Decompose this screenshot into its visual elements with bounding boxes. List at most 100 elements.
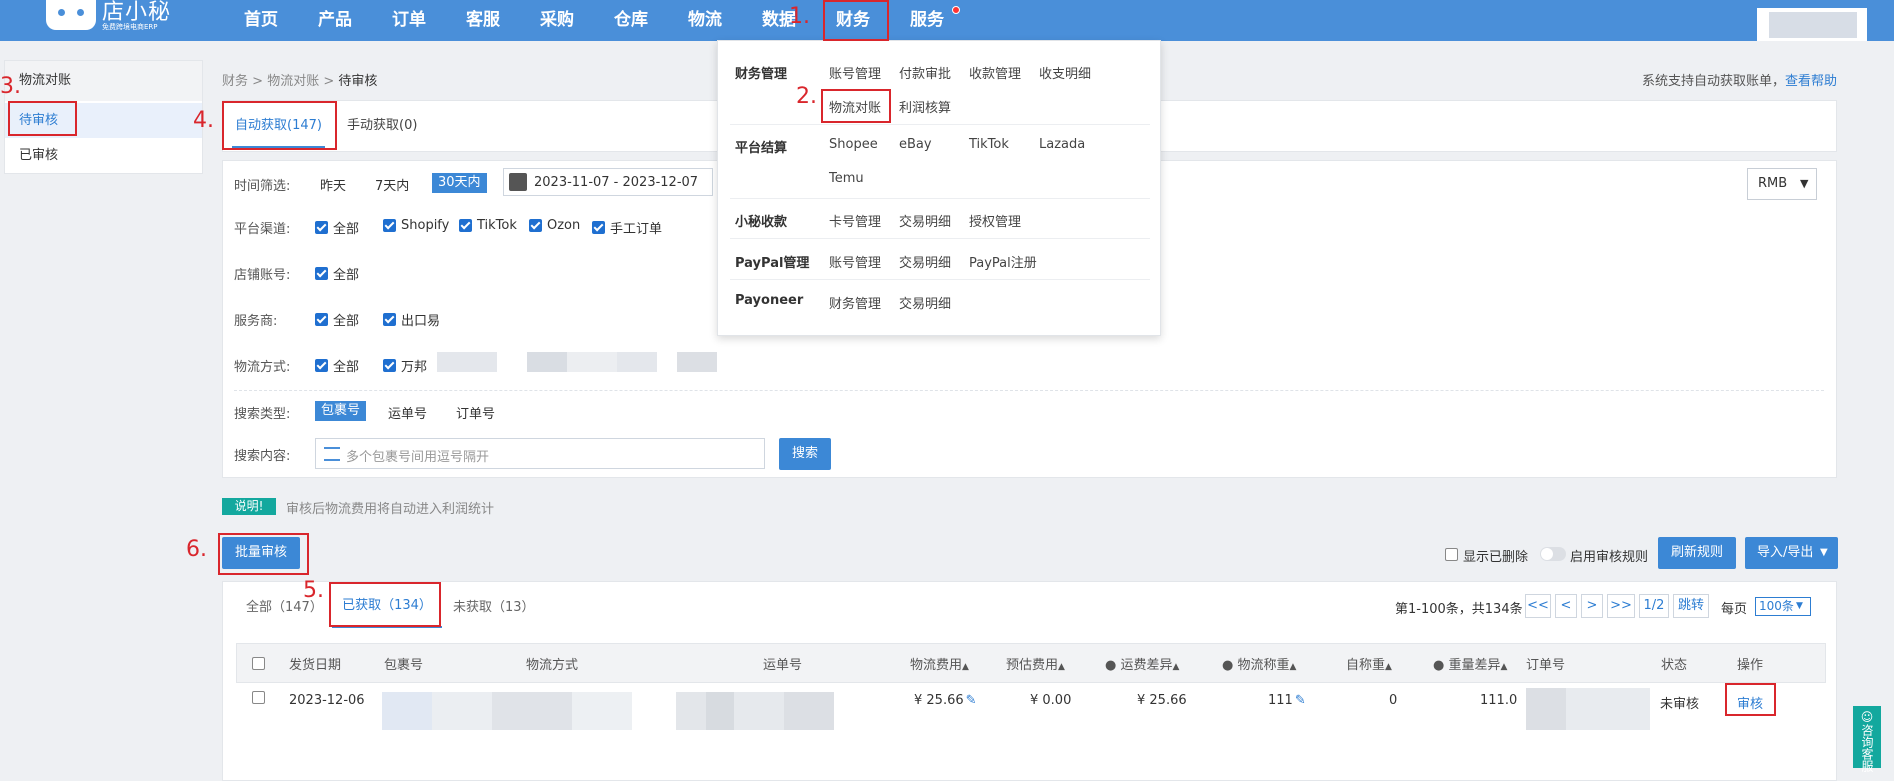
search-type-package[interactable]: 包裹号 [315, 401, 367, 421]
nav-orders[interactable]: 订单 [392, 0, 426, 41]
search-type-order[interactable]: 订单号 [456, 403, 495, 422]
time-option-yesterday[interactable]: 昨天 [320, 175, 346, 194]
menu-paypal-transactions[interactable]: 交易明细 [899, 252, 951, 271]
provider-all-label: 全部 [333, 314, 360, 329]
page-next-button[interactable]: > [1581, 594, 1603, 618]
platform-all-checkbox[interactable]: 全部 [315, 218, 359, 237]
menu-temu[interactable]: Temu [829, 171, 864, 186]
platform-ozon-checkbox[interactable]: Ozon [529, 218, 580, 233]
search-content-label: 搜索内容: [234, 449, 291, 464]
consult-service-button[interactable]: ☺ 咨询客服 [1853, 706, 1881, 772]
page-indicator[interactable]: 1/2 [1639, 594, 1669, 618]
step-label-5: 5. [303, 578, 324, 603]
method-wanbang-checkbox[interactable]: 万邦 [383, 356, 427, 375]
nav-purchase[interactable]: 采购 [540, 0, 574, 41]
tab-manual-fetch[interactable]: 手动获取(0) [347, 104, 417, 148]
nav-products[interactable]: 产品 [318, 0, 352, 41]
menu-paypal-register[interactable]: PayPal注册 [969, 252, 1037, 271]
row-logistics-weight[interactable]: 111 ✎ [1268, 693, 1306, 708]
breadcrumb-finance[interactable]: 财务 [222, 74, 248, 89]
menu-ebay[interactable]: eBay [899, 137, 932, 152]
redacted-waybill [784, 692, 834, 730]
platform-label: 平台渠道: [234, 222, 291, 237]
calendar-icon [509, 173, 527, 191]
filter-divider [234, 390, 1824, 391]
col-fee-diff[interactable]: ● 运费差异▲ [1105, 654, 1179, 673]
menu-payoneer-transactions[interactable]: 交易明细 [899, 293, 951, 312]
menu-transaction-detail[interactable]: 交易明细 [899, 211, 951, 230]
import-export-button[interactable]: 导入/导出 ▼ [1745, 537, 1838, 569]
page-first-button[interactable]: << [1525, 594, 1551, 618]
currency-select[interactable]: RMB ▼ [1747, 168, 1817, 200]
user-account-box[interactable] [1757, 8, 1867, 41]
col-logistics-fee[interactable]: 物流费用▲ [910, 654, 969, 673]
nav-warehouse[interactable]: 仓库 [614, 0, 648, 41]
menu-payment-approval[interactable]: 付款审批 [899, 63, 951, 82]
menu-paypal-accounts[interactable]: 账号管理 [829, 252, 881, 271]
breadcrumb: 财务 > 物流对账 > 待审核 [222, 70, 377, 89]
page-last-button[interactable]: >> [1607, 594, 1635, 618]
menu-account-management[interactable]: 账号管理 [829, 63, 881, 82]
row-checkbox[interactable] [252, 691, 265, 704]
menu-receipt-management[interactable]: 收款管理 [969, 63, 1021, 82]
help-link[interactable]: 查看帮助 [1785, 74, 1837, 89]
menu-payoneer-finance[interactable]: 财务管理 [829, 293, 881, 312]
audit-rule-toggle[interactable] [1540, 547, 1566, 561]
platform-all-label: 全部 [333, 222, 360, 237]
method-all-checkbox[interactable]: 全部 [315, 356, 359, 375]
note-text: 审核后物流费用将自动进入利润统计 [286, 502, 495, 517]
select-all-checkbox[interactable] [252, 657, 265, 670]
col-self-weight[interactable]: 自称重▲ [1346, 654, 1392, 673]
platform-shopify-label: Shopify [401, 218, 450, 233]
pagination-summary: 第1-100条，共134条 [1395, 602, 1523, 617]
search-button[interactable]: 搜索 [779, 438, 831, 470]
highlight-auto-fetch [222, 101, 337, 150]
breadcrumb-logistics[interactable]: 物流对账 [267, 74, 319, 89]
row-logistics-fee[interactable]: ¥ 25.66 ✎ [914, 693, 977, 708]
sidebar-item-audited[interactable]: 已审核 [5, 138, 202, 173]
platform-tiktok-checkbox[interactable]: TikTok [459, 218, 517, 233]
nav-service[interactable]: 服务 [910, 0, 944, 41]
nav-customer-service[interactable]: 客服 [466, 0, 500, 41]
menu-divider [730, 238, 1150, 239]
col-weight-diff[interactable]: ● 重量差异▲ [1433, 654, 1507, 673]
provider-all-checkbox[interactable]: 全部 [315, 310, 359, 329]
store-all-checkbox[interactable]: 全部 [315, 264, 359, 283]
row-status: 未审核 [1660, 697, 1700, 712]
time-option-7days[interactable]: 7天内 [375, 175, 409, 194]
menu-lazada[interactable]: Lazada [1039, 137, 1085, 152]
per-page-select[interactable]: 100条 ▼ [1755, 597, 1811, 616]
menu-shopee[interactable]: Shopee [829, 137, 878, 152]
refresh-rules-button[interactable]: 刷新规则 [1658, 537, 1736, 569]
group-paypal: PayPal管理 [735, 256, 810, 271]
search-input[interactable]: 多个包裹号间用逗号隔开 [315, 438, 765, 469]
menu-income-expense[interactable]: 收支明细 [1039, 63, 1091, 82]
col-logistics-method: 物流方式 [526, 658, 579, 673]
search-type-waybill[interactable]: 运单号 [388, 403, 427, 422]
nav-home[interactable]: 首页 [244, 0, 278, 41]
provider-chukou1-checkbox[interactable]: 出口易 [383, 310, 440, 329]
sort-icon: ▲ [962, 662, 969, 672]
menu-card-management[interactable]: 卡号管理 [829, 211, 881, 230]
platform-manual-checkbox[interactable]: 手工订单 [592, 218, 662, 237]
col-logistics-weight[interactable]: ● 物流称重▲ [1222, 654, 1296, 673]
menu-authorization[interactable]: 授权管理 [969, 211, 1021, 230]
menu-tiktok[interactable]: TikTok [969, 137, 1009, 152]
nav-logistics[interactable]: 物流 [688, 0, 722, 41]
redacted-method [567, 352, 617, 372]
platform-tiktok-label: TikTok [477, 218, 517, 233]
date-range-input[interactable]: 2023-11-07 - 2023-12-07 [503, 168, 713, 196]
time-option-30days[interactable]: 30天内 [432, 173, 487, 193]
page-jump-button[interactable]: 跳转 [1673, 594, 1709, 618]
menu-profit-accounting[interactable]: 利润核算 [899, 97, 951, 116]
platform-shopify-checkbox[interactable]: Shopify [383, 218, 449, 233]
page-prev-button[interactable]: < [1555, 594, 1577, 618]
col-self-weight-label: 自称重 [1346, 658, 1386, 673]
list-tab-unfetched[interactable]: 未获取（13） [453, 596, 535, 615]
highlight-logistics-reconciliation [821, 89, 891, 123]
edit-icon[interactable]: ✎ [966, 693, 977, 708]
col-estimated-fee[interactable]: 预估费用▲ [1006, 654, 1065, 673]
edit-icon[interactable]: ✎ [1295, 693, 1306, 708]
redacted-waybill [676, 692, 706, 730]
show-deleted-checkbox[interactable] [1445, 548, 1458, 561]
